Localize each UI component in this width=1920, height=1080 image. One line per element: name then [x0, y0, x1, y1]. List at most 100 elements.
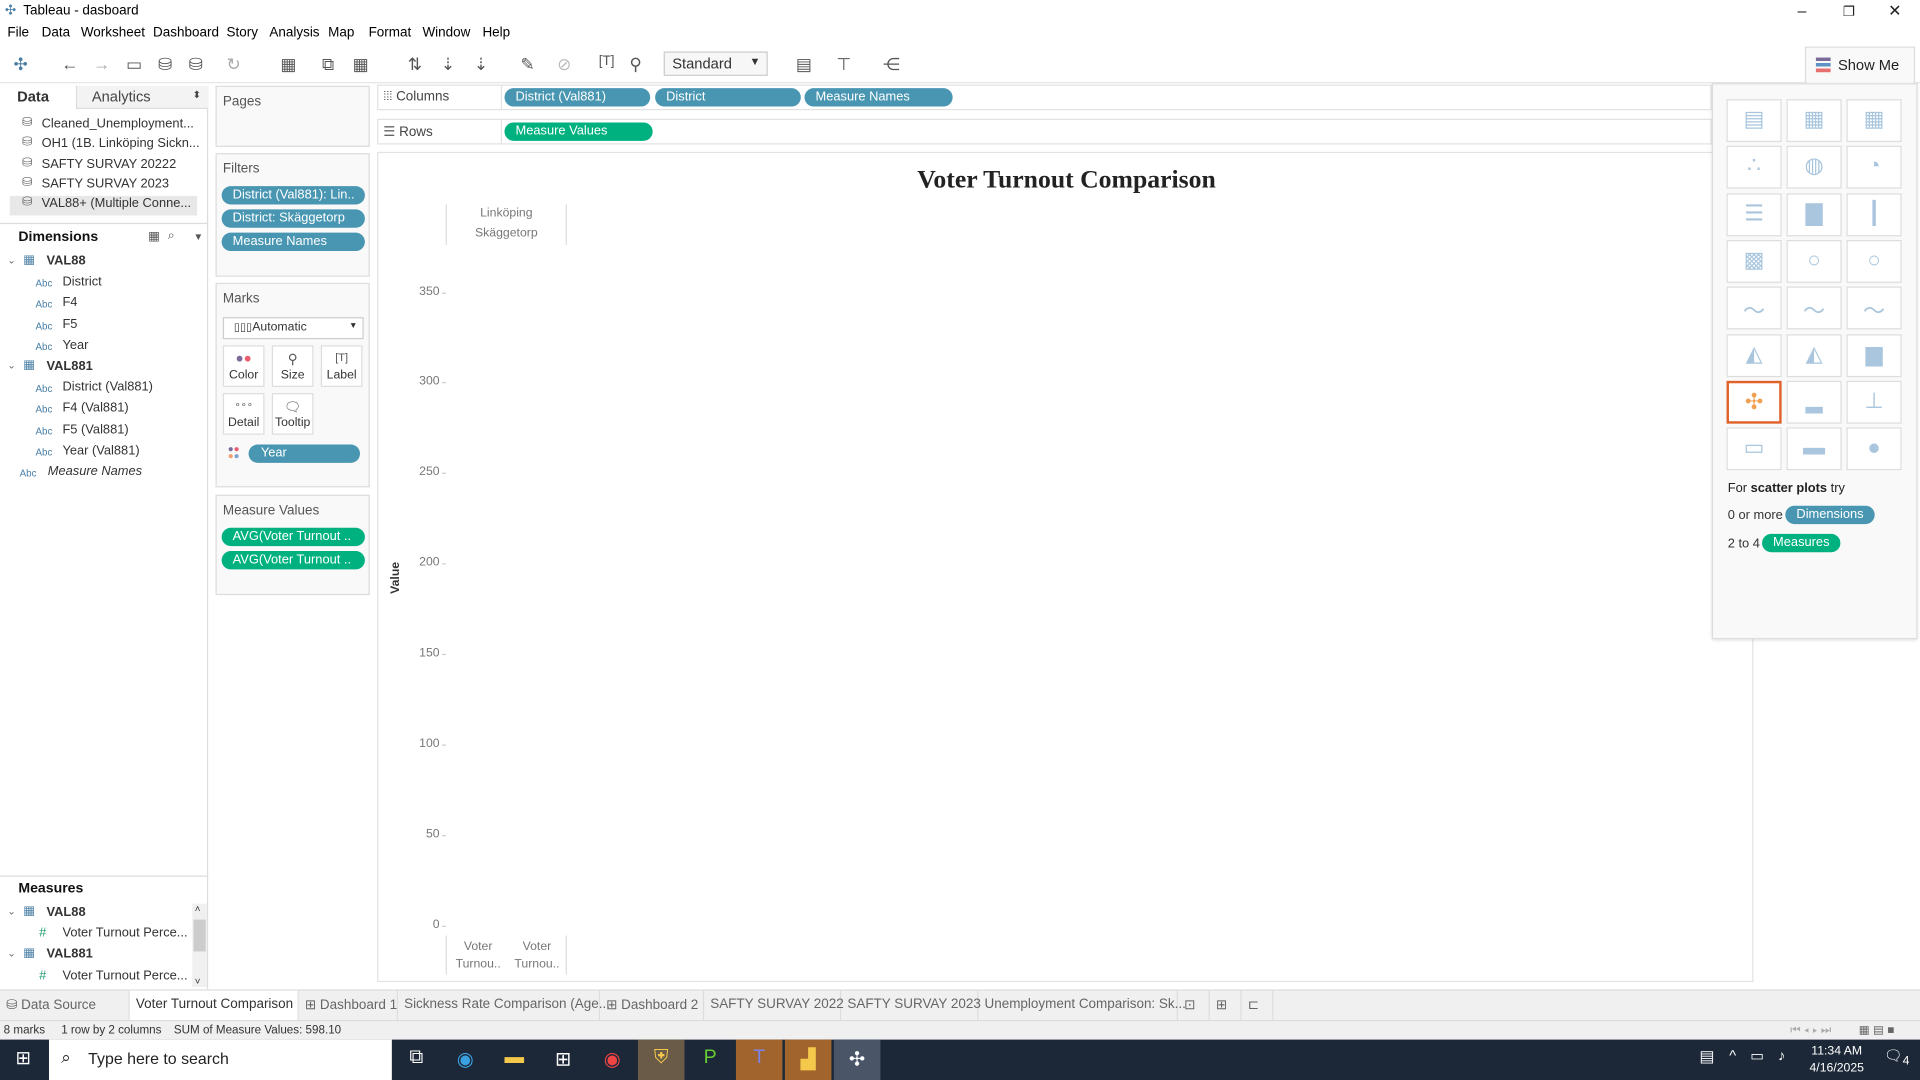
menu-help[interactable]: Help: [482, 26, 510, 41]
size-button[interactable]: ⚲ Size: [271, 345, 314, 387]
swap-rows-columns-icon[interactable]: ⇅: [408, 54, 422, 75]
measure-value-pill[interactable]: AVG(Voter Turnout ..: [221, 527, 365, 547]
data-source-item[interactable]: SAFTY SURVAY 2023: [42, 176, 169, 191]
pause-updates-icon[interactable]: ⛁: [189, 54, 203, 75]
new-data-source-icon[interactable]: ⛁: [158, 54, 172, 75]
menu-map[interactable]: Map: [328, 26, 354, 41]
measure-field[interactable]: Voter Turnout Perce...: [62, 968, 187, 983]
menu-dashboard[interactable]: Dashboard: [153, 26, 219, 41]
volume-icon[interactable]: ♪: [1769, 1040, 1793, 1080]
treemap-chart-icon[interactable]: ▩: [1726, 239, 1782, 283]
tab-voter-turnout-comparison[interactable]: Voter Turnout Comparison: [129, 990, 299, 1021]
fit-select[interactable]: Standard ▼: [663, 51, 768, 76]
columns-shelf[interactable]: ⦙⦙⦙ Columns District (Val881) District M…: [377, 84, 1712, 111]
continuous-lines-chart-icon[interactable]: 〜: [1726, 286, 1782, 330]
text-table-chart-icon[interactable]: ▤: [1726, 99, 1782, 143]
minimize-icon[interactable]: –: [1798, 1, 1807, 19]
tab-sickness-rate-comparison[interactable]: Sickness Rate Comparison (Age...: [398, 990, 610, 1021]
menu-worksheet[interactable]: Worksheet: [81, 26, 145, 41]
scatter-plot-chart-icon[interactable]: ✣: [1726, 380, 1782, 424]
dimension-field[interactable]: F5 (Val881): [62, 422, 128, 437]
fix-axes-icon[interactable]: ⚲: [629, 54, 642, 75]
symbol-map-chart-icon[interactable]: ∴: [1726, 146, 1782, 189]
notifications-icon[interactable]: 🗨4: [1873, 1040, 1920, 1080]
dimension-field[interactable]: District (Val881): [62, 380, 152, 395]
tab-data-source[interactable]: ⛁ Data Source: [0, 990, 130, 1021]
tab-unemployment-comparison[interactable]: Unemployment Comparison: Sk...: [978, 990, 1186, 1021]
redo-icon[interactable]: →: [93, 54, 110, 74]
show-hidden-icons[interactable]: ^: [1720, 1040, 1744, 1080]
filters-card[interactable]: Filters District (Val881): Lin.. Distric…: [215, 153, 370, 277]
tab-dashboard-2[interactable]: ⊞ Dashboard 2: [600, 990, 705, 1021]
menu-story[interactable]: Story: [227, 26, 258, 41]
dimension-field[interactable]: F4 (Val881): [62, 401, 128, 416]
measure-value-pill[interactable]: AVG(Voter Turnout ..: [221, 551, 365, 570]
side-by-side-circles-chart-icon[interactable]: ○: [1846, 239, 1902, 283]
column-pill-measure-names[interactable]: Measure Names: [804, 88, 953, 107]
gantt-chart-icon[interactable]: ▭: [1726, 427, 1782, 471]
teams-icon[interactable]: T: [735, 1039, 783, 1080]
menu-data[interactable]: Data: [42, 26, 70, 41]
clear-sheet-icon[interactable]: ▦: [353, 54, 369, 75]
discrete-lines-chart-icon[interactable]: 〜: [1786, 286, 1842, 330]
file-explorer-icon[interactable]: ▬: [491, 1040, 538, 1080]
duplicate-sheet-icon[interactable]: ⧉: [322, 54, 334, 75]
dimension-field[interactable]: Year (Val881): [62, 443, 139, 458]
data-source-item[interactable]: SAFTY SURVAY 20222: [42, 156, 177, 171]
bullet-graph-chart-icon[interactable]: ▬: [1786, 427, 1842, 471]
measure-field[interactable]: Voter Turnout Perce...: [62, 926, 187, 941]
heat-map-chart-icon[interactable]: ▦: [1786, 99, 1842, 143]
scroll-up-icon[interactable]: ˄: [195, 904, 201, 915]
packed-bubbles-chart-icon[interactable]: ●: [1846, 427, 1902, 471]
restore-icon[interactable]: ❐: [1843, 4, 1855, 20]
sheet-navigation-icon[interactable]: ⏮ ◂ ▸ ⏭: [1790, 1024, 1831, 1037]
share-icon[interactable]: ⋲: [883, 54, 900, 75]
highlight-icon[interactable]: ✎: [520, 54, 534, 75]
histogram-chart-icon[interactable]: ▂: [1786, 380, 1842, 424]
data-source-item[interactable]: OH1 (1B. Linköping Sickn...: [42, 136, 200, 151]
label-button[interactable]: [T] Label: [320, 345, 363, 387]
data-source-item[interactable]: VAL88+ (Multiple Conne...: [42, 196, 192, 211]
refresh-icon[interactable]: ↻: [227, 54, 241, 75]
new-worksheet-tab-icon[interactable]: ⊡: [1178, 990, 1210, 1021]
close-icon[interactable]: ✕: [1888, 1, 1901, 21]
tableau-home-icon[interactable]: ✣: [13, 54, 27, 75]
chrome-icon[interactable]: ◉: [589, 1040, 636, 1080]
show-me-button[interactable]: Show Me: [1804, 46, 1916, 84]
view-mode-icons[interactable]: ▦ ▤ ■: [1859, 1024, 1894, 1037]
clock[interactable]: 11:34 AM 4/16/2025: [1800, 1043, 1873, 1077]
filled-map-chart-icon[interactable]: ◍: [1786, 146, 1842, 189]
save-icon[interactable]: ▭: [126, 54, 142, 75]
expand-chevron-icon[interactable]: ⌄: [7, 948, 15, 959]
windows-start-icon[interactable]: ⊞: [0, 1040, 47, 1080]
store-icon[interactable]: ⊞: [540, 1040, 587, 1080]
sort-descending-icon[interactable]: ⇣: [474, 54, 488, 75]
undo-icon[interactable]: ←: [61, 54, 78, 74]
plot-area[interactable]: [446, 256, 567, 936]
search-icon[interactable]: ⌕: [168, 229, 175, 242]
color-pill-year[interactable]: Year: [248, 444, 361, 463]
presentation-mode-icon[interactable]: ⊤: [836, 54, 851, 75]
filter-pill-district-val881[interactable]: District (Val881): Lin..: [221, 186, 365, 205]
measures-scrollbar[interactable]: ˄ ˅: [192, 903, 207, 987]
pages-card[interactable]: Pages: [215, 85, 370, 147]
tab-dashboard-1[interactable]: ⊞ Dashboard 1: [299, 990, 398, 1021]
measure-names-field[interactable]: Measure Names: [48, 464, 142, 479]
dual-combination-chart-icon[interactable]: ▆: [1846, 333, 1902, 377]
menu-file[interactable]: File: [7, 26, 29, 41]
area-continuous-chart-icon[interactable]: ◭: [1726, 333, 1782, 377]
color-button[interactable]: ●● Color: [222, 345, 265, 387]
highlight-table-chart-icon[interactable]: ▦: [1846, 99, 1902, 143]
tab-analytics[interactable]: Analytics ⬍: [75, 85, 209, 109]
dual-lines-chart-icon[interactable]: 〜: [1846, 286, 1902, 330]
show-cards-icon[interactable]: ▤: [796, 54, 812, 75]
data-source-item[interactable]: Cleaned_Unemployment...: [42, 116, 194, 131]
tab-data[interactable]: Data: [0, 85, 76, 109]
dimension-field[interactable]: Year: [62, 338, 88, 353]
side-by-side-bars-chart-icon[interactable]: ┃: [1846, 192, 1902, 236]
column-pill-district[interactable]: District: [655, 88, 801, 107]
filter-pill-measure-names[interactable]: Measure Names: [221, 232, 365, 252]
expand-chevron-icon[interactable]: ⌄: [7, 906, 15, 917]
edge-icon[interactable]: ◉: [442, 1040, 489, 1080]
dimension-field[interactable]: F5: [62, 317, 77, 332]
